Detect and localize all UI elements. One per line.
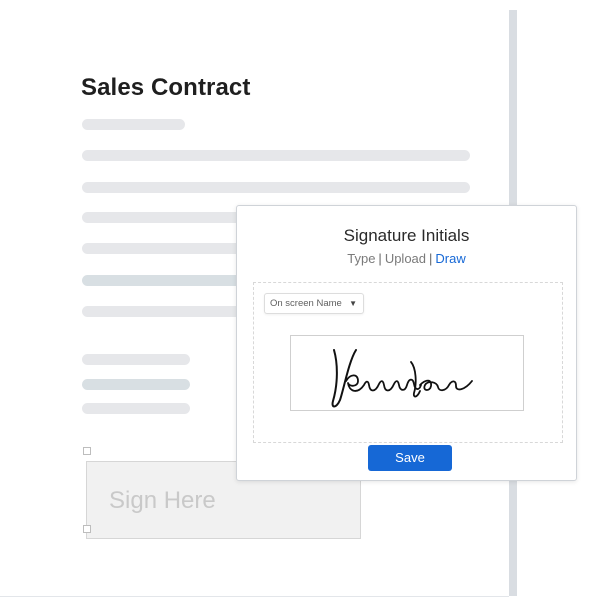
placeholder-text-line-3 <box>82 182 470 193</box>
save-button[interactable]: Save <box>368 445 452 471</box>
dropdown-selected-value: On screen Name <box>270 298 342 309</box>
sign-here-label: Sign Here <box>109 487 216 514</box>
app-screen: Sales Contract Sign Here Signature Initi… <box>0 0 600 600</box>
placeholder-text-line-10 <box>82 403 190 414</box>
sign-field-top-left-handle[interactable] <box>83 447 91 455</box>
signature-initials-dialog: Signature Initials Type | Upload | Draw On s… <box>236 205 577 481</box>
draw-signature-panel: On screen Name ▼ <box>253 282 563 443</box>
placeholder-text-line-1 <box>82 119 185 130</box>
draw-mode-tab[interactable]: Draw <box>435 251 465 266</box>
signature-source-dropdown[interactable]: On screen Name ▼ <box>264 293 364 314</box>
placeholder-text-line-9 <box>82 379 190 390</box>
dialog-title: Signature Initials <box>343 226 470 245</box>
chevron-down-icon: ▼ <box>349 299 357 308</box>
placeholder-text-line-2 <box>82 150 470 161</box>
document-title: Sales Contract <box>81 74 251 101</box>
tab-separator: | <box>429 251 433 266</box>
drawn-signature <box>331 349 473 408</box>
signature-mode-tabs: Type | Upload | Draw <box>237 251 576 267</box>
type-mode-tab[interactable]: Type <box>347 251 375 266</box>
upload-mode-tab[interactable]: Upload <box>385 251 426 266</box>
sign-field-bottom-left-handle[interactable] <box>83 525 91 533</box>
signature-drawing-canvas[interactable] <box>290 335 524 411</box>
tab-separator: | <box>378 251 382 266</box>
placeholder-text-line-8 <box>82 354 190 365</box>
